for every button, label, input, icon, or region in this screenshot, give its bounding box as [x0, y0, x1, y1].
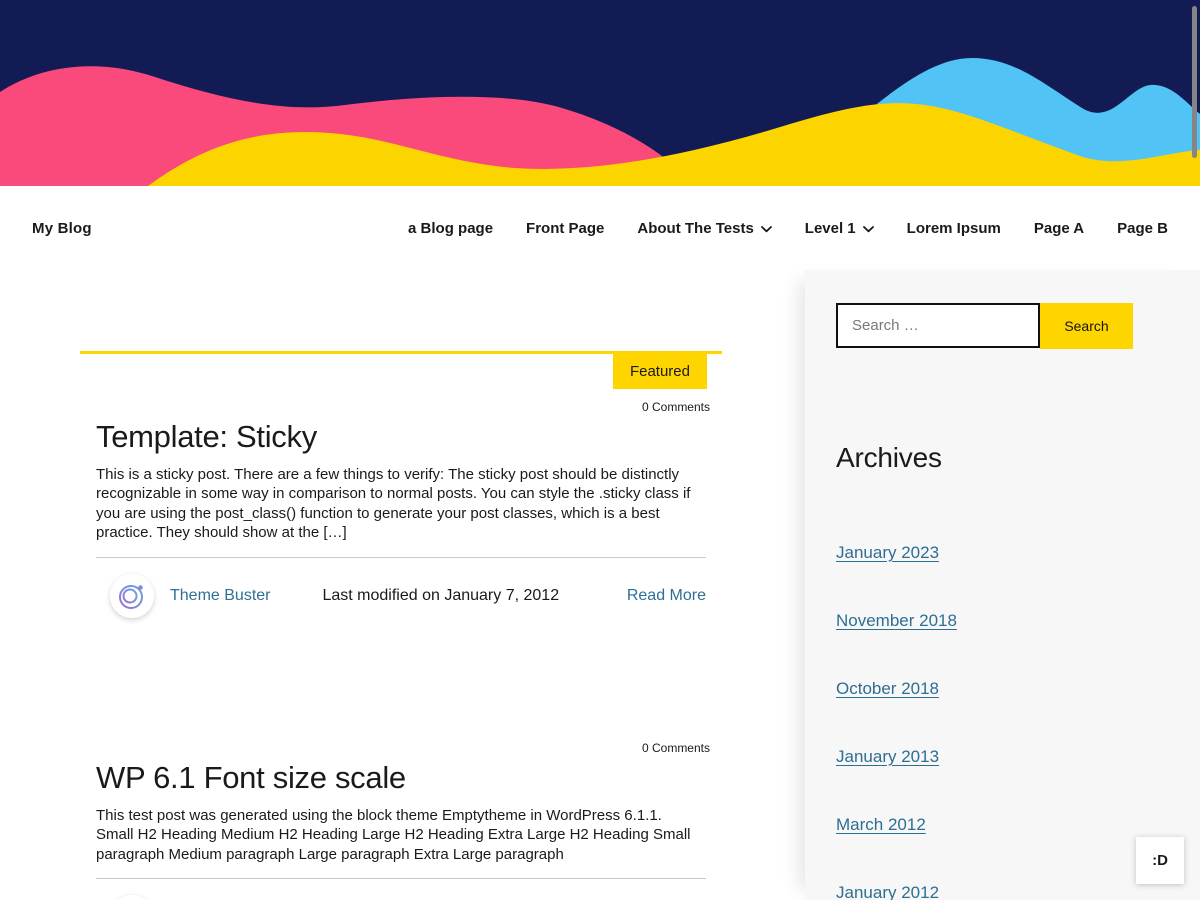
archive-link[interactable]: January 2012 — [836, 883, 939, 900]
archive-item: November 2018 — [836, 611, 1200, 629]
archive-item: January 2012 — [836, 883, 1200, 900]
post-list: Featured 0 Comments Template: Sticky Thi… — [80, 351, 722, 900]
nav-item-label: a Blog page — [408, 220, 493, 237]
archive-item: March 2012 — [836, 815, 1200, 833]
decorative-wave-header — [0, 0, 1200, 186]
post-meta-row: Theme Buster Last modified on January 7,… — [96, 574, 706, 618]
comments-row: 0 Comments — [80, 741, 722, 757]
comments-count-link[interactable]: 0 Comments — [642, 741, 710, 755]
post-excerpt: This test post was generated using the b… — [80, 806, 710, 865]
post-divider — [96, 878, 706, 879]
post-divider — [96, 557, 706, 558]
nav-item-label: Front Page — [526, 220, 604, 237]
read-more-link[interactable]: Read More — [627, 587, 706, 605]
post-meta-row — [96, 895, 706, 900]
comments-count-link[interactable]: 0 Comments — [642, 400, 710, 414]
archive-item: January 2013 — [836, 747, 1200, 765]
featured-badge: Featured — [613, 354, 707, 389]
archive-link[interactable]: March 2012 — [836, 815, 926, 834]
author-avatar — [110, 895, 154, 900]
nav-menu: a Blog page Front Page About The Tests Leve… — [408, 220, 1168, 237]
search-input[interactable] — [836, 303, 1040, 348]
author-link[interactable]: Theme Buster — [170, 587, 270, 605]
chevron-down-icon — [863, 226, 874, 233]
nav-item[interactable]: a Blog page — [408, 220, 493, 237]
avatar-orbit-icon — [110, 895, 154, 900]
nav-item-label: Page A — [1034, 220, 1084, 237]
archives-heading: Archives — [836, 442, 1200, 474]
nav-item-label: Level 1 — [805, 220, 856, 237]
nav-item-label: Lorem Ipsum — [907, 220, 1001, 237]
nav-item[interactable]: Page B — [1117, 220, 1168, 237]
comments-row: 0 Comments — [80, 400, 722, 416]
archive-link[interactable]: October 2018 — [836, 679, 939, 698]
nav-item[interactable]: Lorem Ipsum — [907, 220, 1001, 237]
nav-item-label: Page B — [1117, 220, 1168, 237]
archive-link[interactable]: November 2018 — [836, 611, 957, 630]
wave-graphic — [0, 0, 1200, 186]
nav-item[interactable]: Page A — [1034, 220, 1084, 237]
nav-item[interactable]: Level 1 — [805, 220, 874, 237]
archive-link[interactable]: January 2023 — [836, 543, 939, 562]
site-title-link[interactable]: My Blog — [32, 220, 92, 237]
archive-item: October 2018 — [836, 679, 1200, 697]
modified-date: Last modified on January 7, 2012 — [322, 587, 559, 605]
main-content: Featured 0 Comments Template: Sticky Thi… — [0, 270, 805, 900]
post-title[interactable]: WP 6.1 Font size scale — [80, 759, 722, 798]
post-card: 0 Comments WP 6.1 Font size scale This t… — [80, 741, 722, 900]
search-form: Search — [836, 303, 1200, 349]
page-body: Featured 0 Comments Template: Sticky Thi… — [0, 270, 1200, 900]
nav-item-label: About The Tests — [637, 220, 753, 237]
nav-item[interactable]: About The Tests — [637, 220, 771, 237]
post-card: Featured 0 Comments Template: Sticky Thi… — [80, 351, 722, 618]
archive-link[interactable]: January 2013 — [836, 747, 939, 766]
chevron-down-icon — [761, 226, 772, 233]
emoji-feedback-button[interactable]: :D — [1136, 837, 1184, 884]
post-excerpt: This is a sticky post. There are a few t… — [80, 465, 710, 543]
post-title[interactable]: Template: Sticky — [80, 418, 722, 457]
site-navbar: My Blog a Blog page Front Page About The T… — [0, 186, 1200, 270]
nav-item[interactable]: Front Page — [526, 220, 604, 237]
author-avatar — [110, 574, 154, 618]
search-button[interactable]: Search — [1040, 303, 1133, 349]
avatar-orbit-icon — [110, 574, 154, 618]
vertical-scrollbar-thumb[interactable] — [1192, 6, 1197, 158]
sidebar: Search Archives January 2023 November 201… — [805, 270, 1200, 900]
archive-item: January 2023 — [836, 543, 1200, 561]
